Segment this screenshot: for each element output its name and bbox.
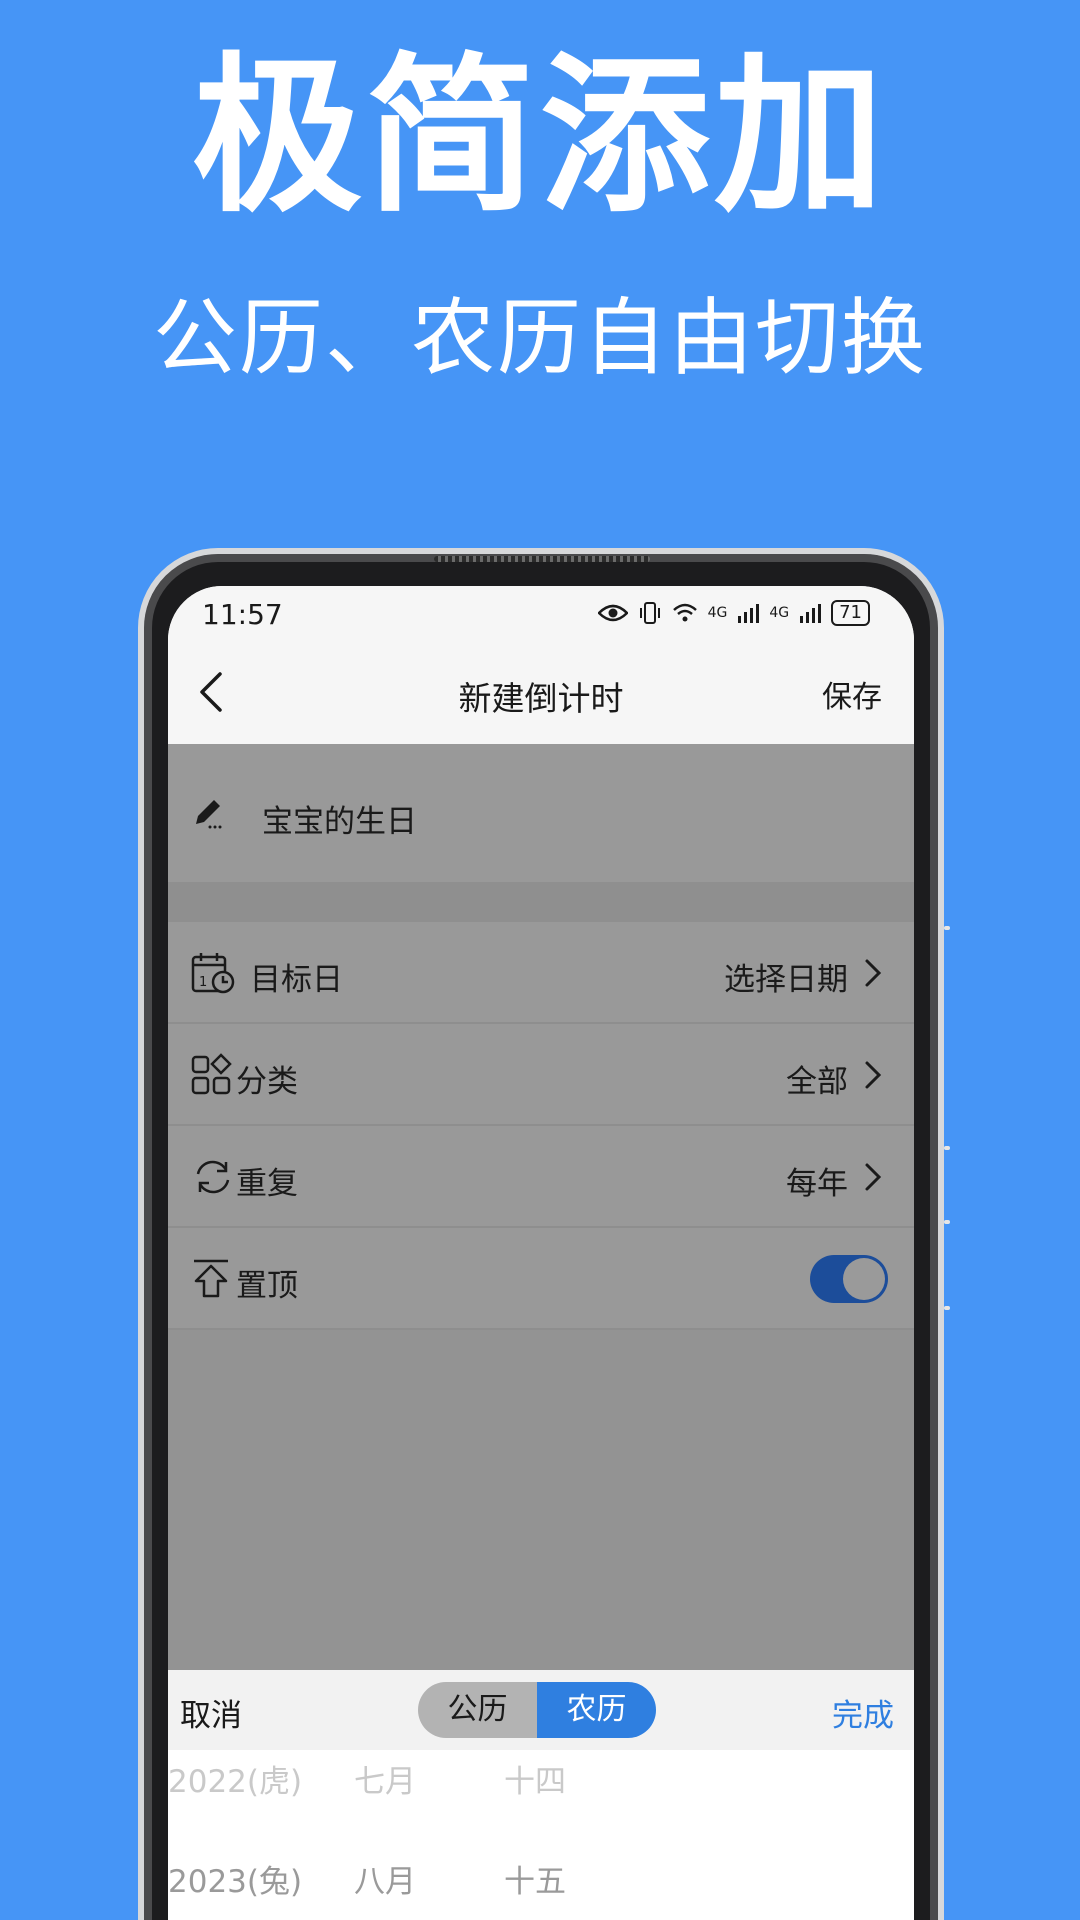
page-title: 新建倒计时 (458, 679, 624, 718)
pin-top-label: 置顶 (236, 1268, 298, 1304)
picker-year-item[interactable]: 2022(虎) (168, 1756, 302, 1801)
phone-screen: 11:57 4G 4G 71 新建倒计时 保存 宝宝的生日 1 目标日 选择日期… (168, 586, 914, 1920)
phone-side-button (944, 1220, 950, 1224)
done-button[interactable]: 完成 (832, 1690, 894, 1735)
toggle-knob (843, 1258, 885, 1300)
picker-month-item[interactable]: 七月 (354, 1756, 416, 1801)
name-input-row[interactable]: 宝宝的生日 (168, 744, 914, 882)
pin-top-toggle[interactable] (810, 1255, 888, 1303)
picker-day-item[interactable]: 十五 (504, 1856, 566, 1901)
phone-side-button (944, 1146, 950, 1150)
picker-month-item[interactable]: 八月 (354, 1856, 416, 1901)
chevron-right-icon (865, 1163, 882, 1191)
repeat-row[interactable]: 重复 每年 (168, 1126, 914, 1228)
picker-day-item[interactable]: 十四 (504, 1756, 566, 1801)
pin-top-icon (194, 1259, 228, 1298)
pin-top-row: 置顶 (168, 1228, 914, 1330)
repeat-label: 重复 (236, 1166, 298, 1202)
hero-title: 极简添加 (191, 38, 888, 236)
signal-icon (738, 604, 760, 623)
repeat-value: 每年 (786, 1166, 848, 1202)
status-bar: 11:57 4G 4G 71 (168, 586, 914, 642)
battery-icon: 71 (831, 600, 870, 626)
signal-4g-label-1: 4G (707, 605, 728, 621)
cancel-button[interactable]: 取消 (180, 1690, 242, 1735)
repeat-icon (196, 1160, 230, 1194)
target-date-label: 目标日 (250, 962, 343, 998)
lunar-calendar-tab[interactable]: 农历 (537, 1682, 656, 1738)
phone-speaker (434, 556, 650, 562)
eye-icon (597, 604, 628, 622)
signal-4g-label-2: 4G (769, 605, 790, 621)
save-button[interactable]: 保存 (822, 672, 882, 716)
picker-year-item[interactable]: 2023(兔) (168, 1856, 302, 1901)
solar-calendar-tab[interactable]: 公历 (418, 1682, 537, 1738)
calendar-clock-icon: 1 (191, 953, 235, 994)
phone-side-button (944, 1306, 950, 1310)
status-icons: 4G 4G 71 (597, 600, 870, 626)
status-time: 11:57 (202, 598, 283, 631)
nav-bar: 新建倒计时 保存 (168, 642, 914, 744)
vibrate-icon (639, 602, 660, 624)
section-divider (168, 882, 914, 922)
category-value: 全部 (786, 1064, 848, 1100)
settings-list: 1 目标日 选择日期 分类 全部 重复 每年 置顶 (168, 922, 914, 1330)
hero-subtitle: 公历、农历自由切换 (152, 289, 927, 387)
target-date-row[interactable]: 1 目标日 选择日期 (168, 922, 914, 1024)
phone-side-button (944, 926, 950, 930)
name-input[interactable]: 宝宝的生日 (262, 796, 417, 841)
target-date-value: 选择日期 (724, 962, 848, 998)
category-row[interactable]: 分类 全部 (168, 1024, 914, 1126)
calendar-type-segment: 公历 农历 (418, 1682, 656, 1738)
chevron-right-icon (865, 959, 882, 987)
wifi-icon (672, 603, 697, 622)
date-picker-toolbar: 取消 公历 农历 完成 (168, 1670, 914, 1750)
svg-text:1: 1 (199, 975, 207, 990)
pencil-icon (196, 800, 222, 829)
category-label: 分类 (236, 1064, 298, 1100)
signal-icon (800, 604, 822, 623)
category-grid-icon (191, 1053, 232, 1095)
chevron-right-icon (865, 1061, 882, 1089)
date-picker-wheel[interactable]: 2022(虎) 七月 十四 2023(兔) 八月 十五 (168, 1750, 914, 1920)
